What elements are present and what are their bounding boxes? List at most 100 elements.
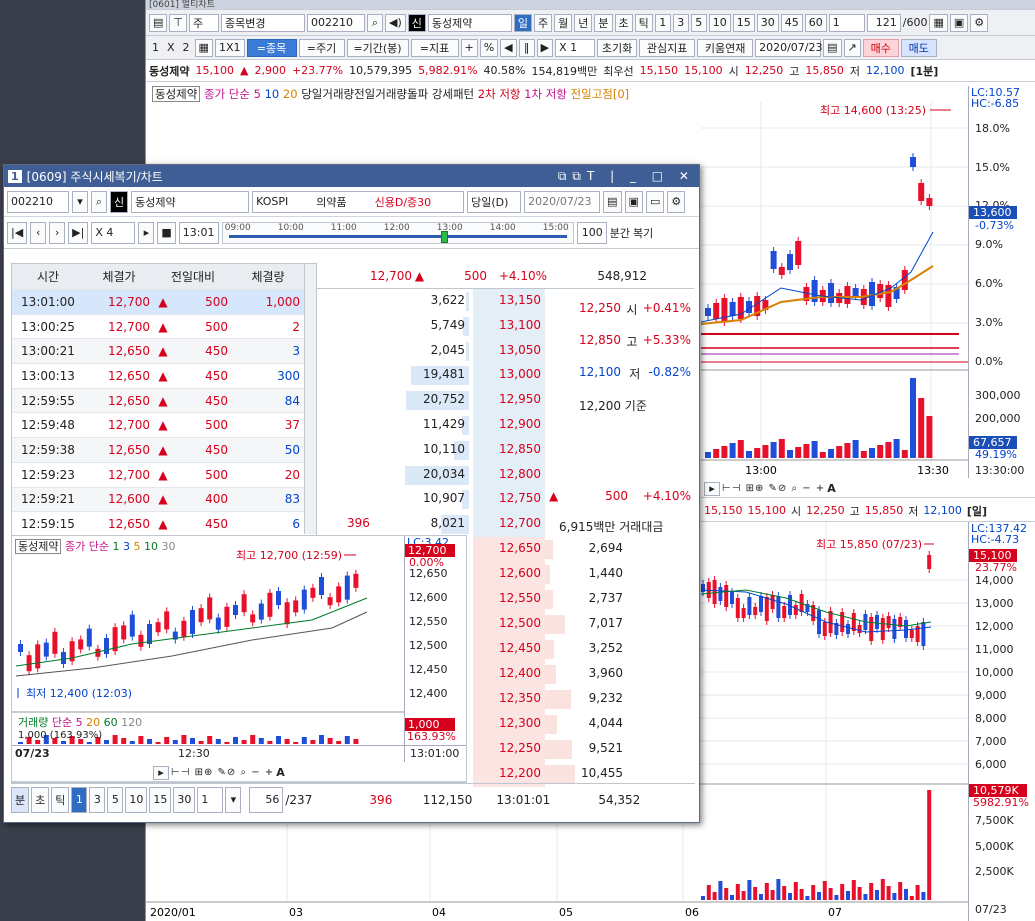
mini-tool-icons[interactable]: ⊢⊣ ⊞⊕ ✎⊘ ⌕ − + <box>171 767 274 778</box>
pause-button[interactable]: ‖ <box>518 38 535 57</box>
text-tool[interactable]: A <box>827 482 836 495</box>
period-year[interactable]: 년 <box>574 13 593 32</box>
period-day[interactable]: 일 <box>513 13 533 32</box>
gear-icon[interactable]: ⚙ <box>970 13 989 32</box>
calendar-icon[interactable]: ▤ <box>823 38 842 57</box>
trade-row[interactable]: 12:59:38 12,650 ▲ 450 50 <box>12 438 316 463</box>
zoom-select[interactable]: X 1 <box>555 38 596 57</box>
replay-save-icon[interactable]: ▣ <box>624 190 643 213</box>
legend-r2[interactable]: 2차 저항 <box>478 87 521 101</box>
minute-1[interactable]: 1 <box>654 13 671 32</box>
trade-scrollbar[interactable] <box>304 264 316 534</box>
minute-60[interactable]: 60 <box>804 13 827 32</box>
trade-row[interactable]: 13:00:13 12,650 ▲ 450 300 <box>12 364 316 389</box>
sync-indicator-button[interactable]: =지표 <box>410 38 459 57</box>
trade-row[interactable]: 13:01:00 12,700 ▲ 500 1,000 <box>12 290 316 315</box>
sync-item-button[interactable]: =종목 <box>246 38 297 57</box>
mini-scroll-icon[interactable]: ▸ <box>153 765 169 780</box>
timeline-slider[interactable]: 09:00 10:00 11:00 12:00 13:00 14:00 15:00 <box>221 221 574 244</box>
period-month[interactable]: 월 <box>554 13 573 32</box>
bottom-min-3[interactable]: 3 <box>89 786 106 813</box>
mini-vol-ma5[interactable]: 5 <box>76 716 83 729</box>
trade-row[interactable]: 12:59:23 12,700 ▲ 500 20 <box>12 462 316 488</box>
bottom-count-dropdown[interactable]: ▾ <box>225 786 242 813</box>
legend-stock[interactable]: 동성제약 <box>152 86 201 102</box>
type-select[interactable]: 주 <box>189 13 219 32</box>
replay-date[interactable]: 2020/07/23 <box>524 190 601 213</box>
scroll-right-icon[interactable]: ▸ <box>704 481 720 496</box>
layout-2[interactable]: 2 <box>180 41 193 54</box>
speed-select[interactable]: X 4 <box>91 221 136 244</box>
code-input[interactable]: 002210 <box>307 13 365 32</box>
mini-vol-ma20[interactable]: 20 <box>86 716 100 729</box>
interval-input[interactable]: 100 <box>576 221 607 244</box>
minute-30[interactable]: 30 <box>756 13 779 32</box>
legend-ma5[interactable]: 5 <box>254 87 261 101</box>
mini-text-tool[interactable]: A <box>276 766 285 779</box>
mini-vol-label[interactable]: 거래량 <box>18 716 48 729</box>
legend-pattern[interactable]: 당일거래량전일거래량돌파 강세패턴 <box>301 87 474 101</box>
sell-button[interactable]: 매도 <box>900 38 937 57</box>
legend-ma10[interactable]: 10 <box>265 87 280 101</box>
tool-icons[interactable]: ⊢⊣ ⊞⊕ ✎⊘ ⌕ − + <box>722 483 825 494</box>
bottom-second[interactable]: 초 <box>31 786 50 813</box>
mini-vol-ma-label[interactable]: 단순 <box>52 716 72 729</box>
replay-stock-name[interactable]: 동성제약 <box>131 190 250 213</box>
crosshair-button[interactable]: + <box>460 38 478 57</box>
replay-calendar-icon[interactable]: ▤ <box>603 190 622 213</box>
first-icon[interactable]: |◀ <box>7 221 28 244</box>
kiwoom-button[interactable]: 키움연재 <box>697 38 754 57</box>
period-tick[interactable]: 틱 <box>634 13 653 32</box>
folder-icon[interactable]: ▭ <box>645 190 665 213</box>
search-icon[interactable]: ⌕ <box>367 13 383 32</box>
bottom-count[interactable]: 1 <box>197 786 224 813</box>
bottom-page[interactable]: 56 <box>249 786 284 813</box>
sync-period-button[interactable]: =주기 <box>298 38 345 57</box>
page-position[interactable]: 121 <box>866 13 901 32</box>
next-button[interactable]: ▶ <box>536 38 554 57</box>
trade-row[interactable]: 12:59:55 12,650 ▲ 450 84 <box>12 388 316 414</box>
legend-ma20[interactable]: 20 <box>283 87 298 101</box>
mini-vol-ma60[interactable]: 60 <box>104 716 118 729</box>
link-icon[interactable]: ↗ <box>843 38 861 57</box>
period-week[interactable]: 주 <box>534 13 553 32</box>
minute-3[interactable]: 3 <box>672 13 689 32</box>
replay-gear-icon[interactable]: ⚙ <box>667 190 686 213</box>
back-icon[interactable]: ‹ <box>30 221 47 244</box>
stock-name-field[interactable]: 동성제약 <box>427 13 512 32</box>
grid-icon[interactable]: ▦ <box>194 38 213 57</box>
layout-1[interactable]: 1 <box>149 41 162 54</box>
bottom-minute[interactable]: 분 <box>11 786 30 813</box>
timeline-knob[interactable] <box>440 230 448 243</box>
bottom-min-30[interactable]: 30 <box>173 786 196 813</box>
replay-search-icon[interactable]: ⌕ <box>91 190 107 213</box>
day-select[interactable]: 당일(D) <box>467 190 522 213</box>
trade-row[interactable]: 13:00:25 12,700 ▲ 500 2 <box>12 314 316 340</box>
legend-r1[interactable]: 1차 저항 <box>524 87 567 101</box>
watch-indicator-button[interactable]: 관심지표 <box>639 38 696 57</box>
mini-vol-ma120[interactable]: 120 <box>121 716 142 729</box>
count-select[interactable]: 1 <box>828 13 865 32</box>
minute-45[interactable]: 45 <box>780 13 803 32</box>
save-icon[interactable]: ▣ <box>949 13 969 32</box>
change-select[interactable]: 종목변경 <box>221 13 305 32</box>
window-controls[interactable]: ⧉⧉T | _ □ ✕ <box>558 169 695 184</box>
minute-5[interactable]: 5 <box>690 13 707 32</box>
bottom-min-10[interactable]: 10 <box>125 786 148 813</box>
replay-titlebar[interactable]: 1 [0609] 주식시세복기/차트 ⧉⧉T | _ □ ✕ <box>4 165 699 187</box>
dropdown-icon[interactable]: ▾ <box>72 190 88 213</box>
pin-icon[interactable]: ⊤ <box>169 13 187 32</box>
menu-icon[interactable]: ▤ <box>149 13 168 32</box>
minute-10[interactable]: 10 <box>708 13 731 32</box>
speaker-icon[interactable]: ◀) <box>385 13 406 32</box>
scale-button[interactable]: 1X1 <box>214 38 245 57</box>
trade-row[interactable]: 12:59:48 12,700 ▲ 500 37 <box>12 413 316 439</box>
prev-button[interactable]: ◀ <box>500 38 517 57</box>
legend-ma-label[interactable]: 종가 단순 <box>204 87 250 101</box>
trade-row[interactable]: 12:59:21 12,600 ▲ 400 83 <box>12 487 316 513</box>
minute-15[interactable]: 15 <box>732 13 755 32</box>
play-icon[interactable]: ▸ <box>138 221 155 244</box>
replay-code-input[interactable]: 002210 <box>7 190 69 213</box>
trade-row[interactable]: 12:59:15 12,650 ▲ 450 6 <box>12 512 316 537</box>
reset-button[interactable]: 초기화 <box>597 38 638 57</box>
